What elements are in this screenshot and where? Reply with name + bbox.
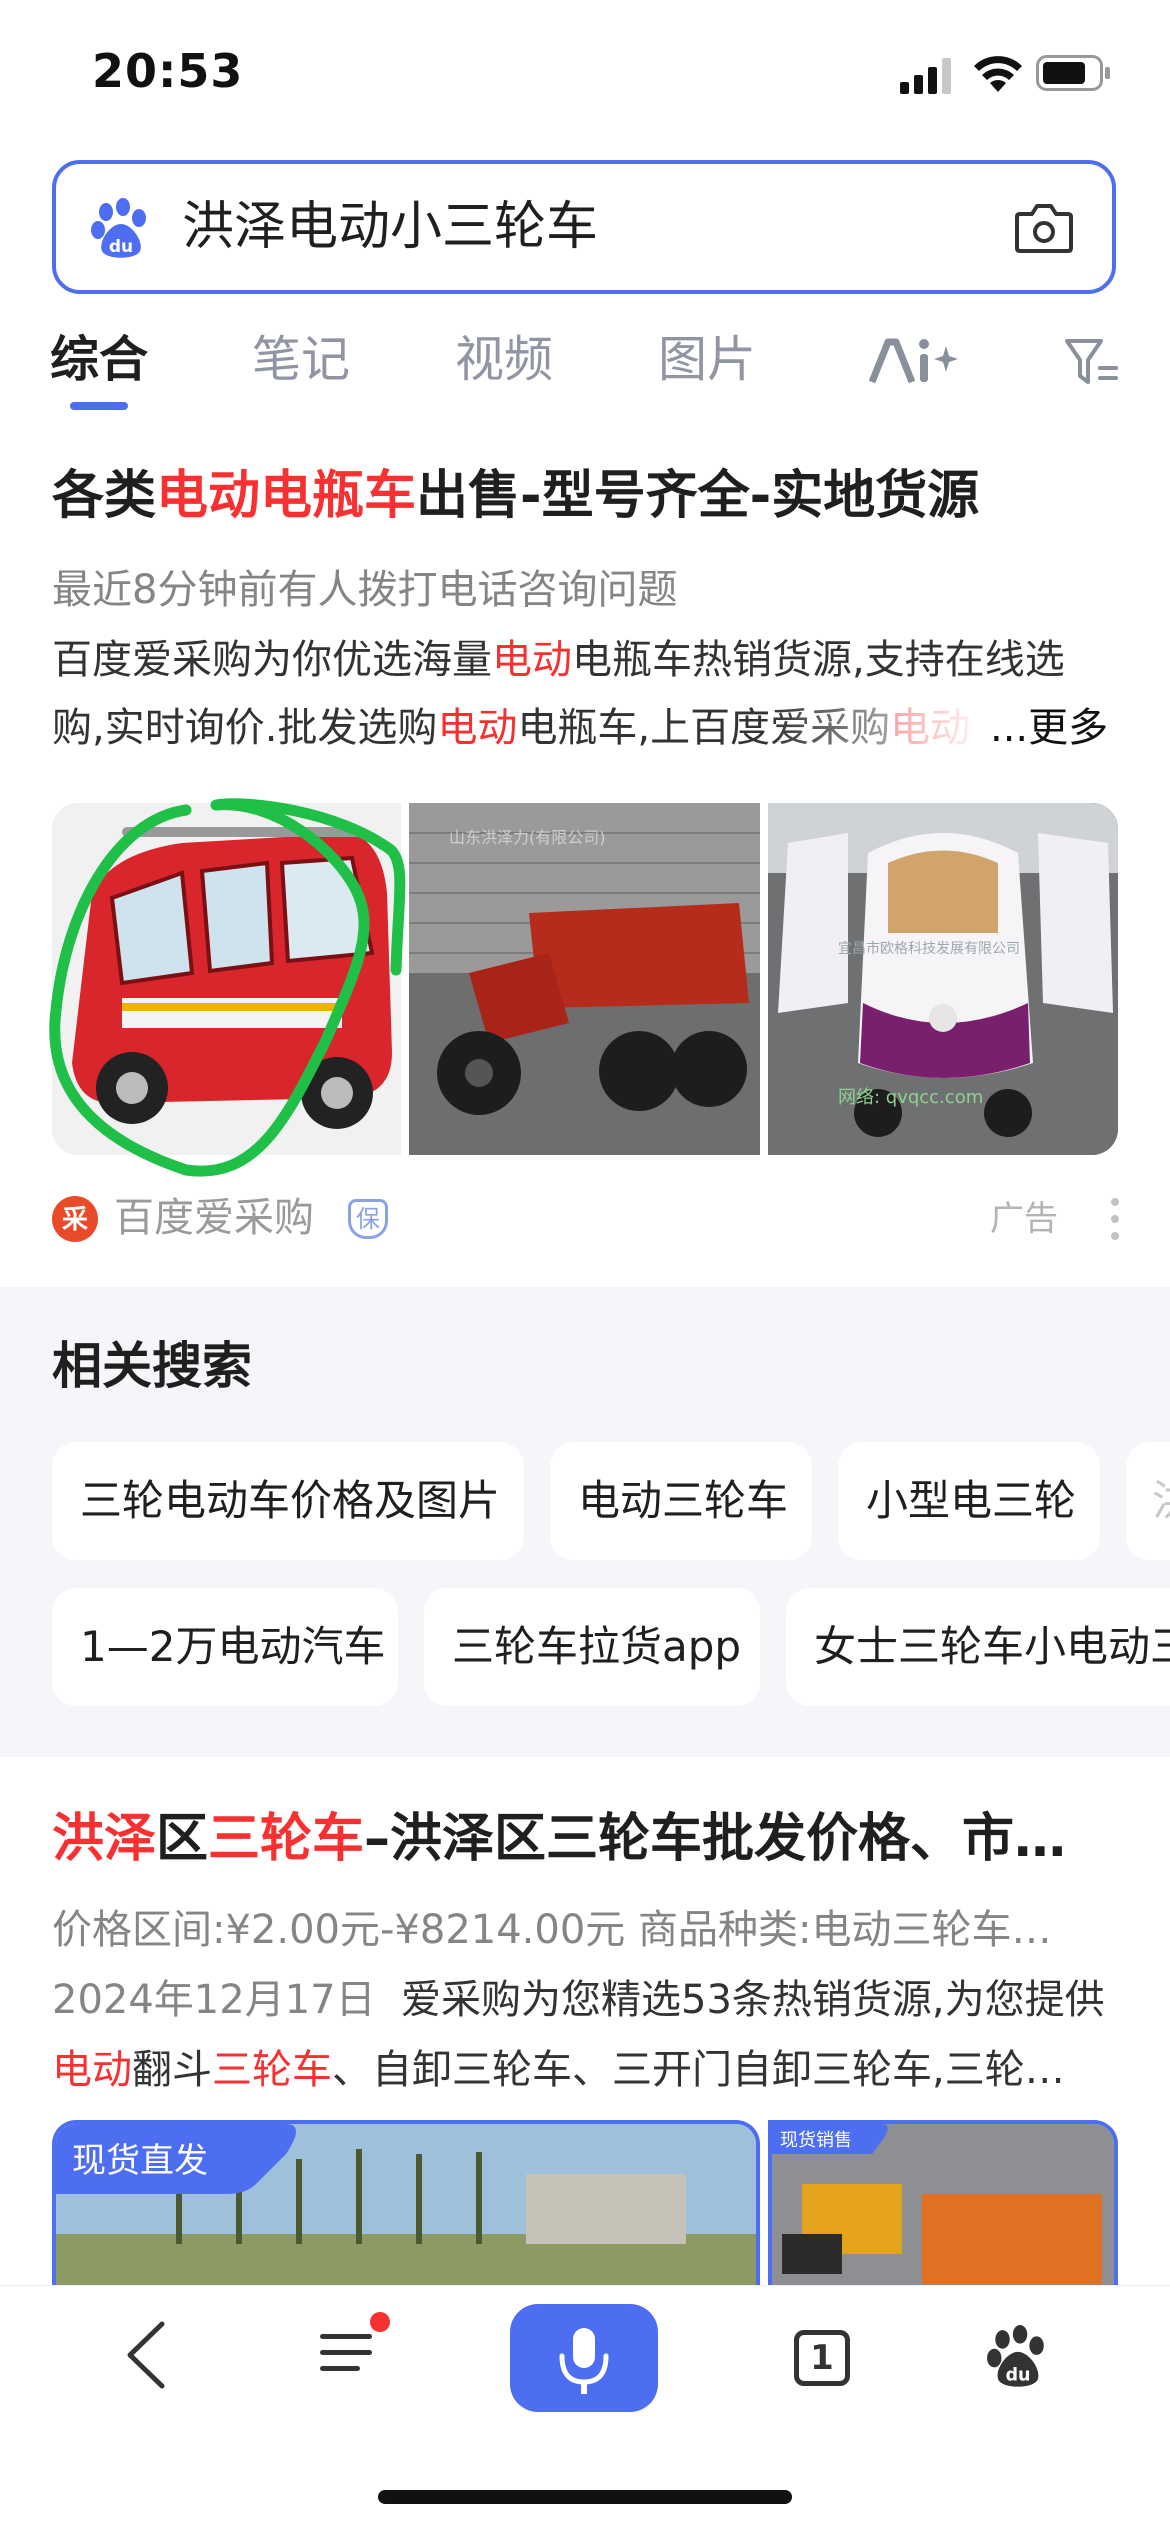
tabs-count-button[interactable]: 1 [794, 2330, 850, 2386]
result-1-image-3[interactable]: 宜昌市欧格科技发展有限公司 网络: qvqcc.com [768, 803, 1118, 1155]
related-chip[interactable]: 三轮电动车价格及图片 [52, 1442, 524, 1560]
result-2-desc-line2: 电动翻斗三轮车、自卸三轮车、三开门自卸三轮车,三轮… [52, 2047, 1065, 2093]
more-options-icon[interactable] [1108, 1196, 1122, 1242]
svg-text:现货直发: 现货直发 [72, 2141, 208, 2181]
related-chip[interactable]: 女士三轮车小电动三 [786, 1588, 1170, 1706]
related-chip[interactable]: 1—2万电动汽车 [52, 1588, 398, 1706]
aicaigou-logo: 采 [52, 1196, 98, 1242]
status-bar: 20:53 [0, 0, 1170, 150]
result-1-title[interactable]: 各类电动电瓶车出售-型号齐全-实地货源 [52, 463, 979, 529]
result-2-desc-line1: 2024年12月17日 爱采购为您精选53条热销货源,为您提供 [52, 1977, 1105, 2023]
text-fade [770, 694, 990, 762]
result-2-image-1[interactable]: 现货直发 [52, 2120, 760, 2290]
baidu-home-icon[interactable]: du [986, 2324, 1050, 2390]
tab-comprehensive[interactable]: 综合 [50, 330, 148, 390]
svg-text:采: 采 [62, 1205, 88, 1235]
tab-notes[interactable]: 笔记 [252, 330, 350, 390]
result-2-image-2[interactable]: 现货销售 [768, 2120, 1118, 2290]
home-indicator [378, 2490, 792, 2504]
svg-text:du: du [1005, 2366, 1030, 2386]
guarantee-badge: 保 [348, 1199, 388, 1239]
green-circle-annotation [49, 798, 406, 1177]
camera-icon[interactable] [1014, 198, 1074, 256]
svg-text:现货销售: 现货销售 [780, 2130, 852, 2151]
microphone-icon [559, 2328, 609, 2394]
status-time: 20:53 [92, 44, 244, 98]
svg-text:山东洪泽力(有限公司): 山东洪泽力(有限公司) [449, 828, 606, 847]
search-input[interactable]: 洪泽电动小三轮车 [182, 194, 598, 260]
active-tab-indicator [70, 402, 128, 410]
tab-images[interactable]: 图片 [658, 330, 756, 390]
result-1-desc-line1: 百度爱采购为你优选海量电动电瓶车热销货源,支持在线选 [52, 637, 1065, 683]
related-chip[interactable]: 洪 [1126, 1442, 1170, 1560]
cellular-signal-icon [900, 58, 951, 94]
result-2-title[interactable]: 洪泽区三轮车–洪泽区三轮车批发价格、市… [52, 1806, 1118, 1872]
filter-icon[interactable] [1064, 336, 1120, 388]
tab-video[interactable]: 视频 [455, 330, 553, 390]
svg-text:du: du [109, 237, 133, 257]
ad-label: 广告 [990, 1199, 1058, 1239]
voice-search-button[interactable] [510, 2304, 658, 2412]
result-2-price-range: 价格区间:¥2.00元-¥8214.00元 商品种类:电动三轮车… [52, 1907, 1052, 1953]
related-chip[interactable]: 电动三轮车 [550, 1442, 812, 1560]
related-chip[interactable]: 小型电三轮 [838, 1442, 1100, 1560]
svg-text:宜昌市欧格科技发展有限公司: 宜昌市欧格科技发展有限公司 [838, 940, 1020, 957]
back-icon[interactable] [124, 2320, 168, 2390]
more-link[interactable]: ...更多 [990, 694, 1108, 762]
baidu-paw-icon: du [91, 198, 146, 258]
ai-assistant-icon[interactable] [868, 336, 958, 388]
related-chip[interactable]: 三轮车拉货app [424, 1588, 760, 1706]
battery-icon [1036, 55, 1110, 91]
svg-text:网络: qvqcc.com: 网络: qvqcc.com [838, 1087, 983, 1108]
menu-icon[interactable] [316, 2312, 396, 2382]
related-search-heading: 相关搜索 [52, 1337, 252, 1395]
result-1-source[interactable]: 百度爱采购 [114, 1188, 314, 1248]
result-1-image-2[interactable]: 山东洪泽力(有限公司) [409, 803, 760, 1155]
search-box[interactable]: du 洪泽电动小三轮车 [52, 160, 1116, 294]
wifi-icon [974, 56, 1022, 92]
result-1-notice: 最近8分钟前有人拨打电话咨询问题 [52, 567, 678, 613]
